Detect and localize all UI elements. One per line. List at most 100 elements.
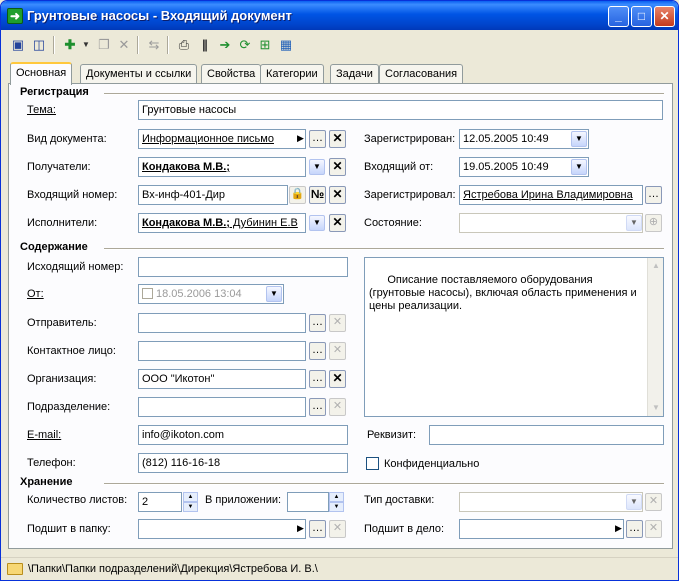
sheets-count-stepper[interactable]: ▲ ▼ [183, 492, 198, 512]
lock-icon[interactable]: 🔒 [289, 186, 306, 204]
stepper-up-icon[interactable]: ▲ [329, 492, 344, 502]
department-browse-button[interactable]: … [309, 398, 326, 416]
numbering-button[interactable]: № [309, 186, 326, 204]
refresh-icon[interactable]: ⟳ [236, 36, 254, 54]
delivery-type-chevron-icon[interactable]: ▼ [626, 494, 642, 510]
executors-bold-value: Кондакова М.В.; [142, 217, 230, 229]
recipients-field[interactable]: Кондакова М.В.; [138, 157, 306, 177]
close-button[interactable]: ✕ [654, 6, 675, 27]
tree-icon[interactable]: ⊞ [256, 36, 274, 54]
copy-icon[interactable]: ❐ [95, 36, 113, 54]
incoming-from-chevron-icon[interactable]: ▼ [571, 159, 587, 175]
save-all-icon[interactable]: ◫ [30, 36, 48, 54]
email-field[interactable]: info@ikoton.com [138, 425, 348, 445]
registered-date-field[interactable]: 12.05.2005 10:49 [459, 129, 589, 149]
tab-approvals[interactable]: Согласования [379, 64, 464, 84]
organization-browse-button[interactable]: … [309, 370, 326, 388]
window-title: Грунтовые насосы - Входящий документ [27, 8, 292, 23]
title-bar: ➜ Грунтовые насосы - Входящий документ _… [1, 1, 678, 30]
contact-browse-button[interactable]: … [309, 342, 326, 360]
delivery-type-clear-button[interactable]: ✕ [645, 493, 662, 511]
folder-clear-button[interactable]: ✕ [329, 520, 346, 538]
incoming-number-clear-button[interactable]: ✕ [329, 186, 346, 204]
doctype-browse-button[interactable]: … [309, 130, 326, 148]
folder-browse-button[interactable]: … [309, 520, 326, 538]
case-browse-button[interactable]: … [626, 520, 643, 538]
folder-field[interactable] [138, 519, 306, 539]
contact-clear-button[interactable]: ✕ [329, 342, 346, 360]
requisite-field[interactable] [429, 425, 664, 445]
case-select-arrow-icon[interactable]: ▶ [615, 519, 622, 537]
reply-icon[interactable]: ⇆ [145, 36, 163, 54]
grid-icon[interactable]: ▦ [277, 36, 295, 54]
registered-date-chevron-icon[interactable]: ▼ [571, 131, 587, 147]
registered-by-browse-button[interactable]: … [645, 186, 662, 204]
from-date-checkbox[interactable] [142, 288, 153, 299]
recipients-label: Получатели: [27, 161, 91, 173]
select-arrow-icon[interactable]: ▶ [297, 129, 304, 147]
recipients-clear-button[interactable]: ✕ [329, 158, 346, 176]
delivery-type-field[interactable] [459, 492, 643, 512]
tab-strip: Основная Документы и ссылки Свойства Кат… [8, 62, 673, 85]
description-text: Описание поставляемого оборудования (гру… [369, 274, 640, 312]
outgoing-number-field[interactable] [138, 257, 348, 277]
tab-properties[interactable]: Свойства [201, 64, 262, 84]
tab-documents-links[interactable]: Документы и ссылки [80, 64, 198, 84]
department-clear-button[interactable]: ✕ [329, 398, 346, 416]
send-icon[interactable]: ➔ [216, 36, 234, 54]
department-field[interactable] [138, 397, 306, 417]
sheets-count-field[interactable]: 2 [138, 492, 182, 512]
stepper-down-icon[interactable]: ▼ [329, 502, 344, 512]
print-icon[interactable]: ⎙ [175, 36, 193, 54]
stepper-down-icon[interactable]: ▼ [183, 502, 198, 512]
doctype-clear-button[interactable]: ✕ [329, 130, 346, 148]
registered-by-field[interactable]: Ястребова Ирина Владимировна [459, 185, 643, 205]
incoming-number-field[interactable]: Вх-инф-401-Дир [138, 185, 288, 205]
doctype-field[interactable]: Информационное письмо [138, 129, 306, 149]
state-action-button[interactable]: ⊕ [645, 214, 662, 232]
state-field[interactable] [459, 213, 643, 233]
organization-label: Организация: [27, 373, 97, 385]
organization-clear-button[interactable]: ✕ [329, 370, 346, 388]
from-date-chevron-icon[interactable]: ▼ [266, 286, 282, 302]
confidential-checkbox[interactable] [366, 457, 379, 470]
sender-clear-button[interactable]: ✕ [329, 314, 346, 332]
incoming-from-field[interactable]: 19.05.2005 10:49 [459, 157, 589, 177]
executors-clear-button[interactable]: ✕ [329, 214, 346, 232]
subject-field[interactable]: Грунтовые насосы [138, 100, 663, 120]
confidential-label: Конфиденциально [384, 458, 480, 470]
attachment-field[interactable] [287, 492, 329, 512]
scroll-down-icon[interactable]: ▼ [649, 401, 663, 415]
maximize-button[interactable]: □ [631, 6, 652, 27]
organization-field[interactable]: ООО "Икотон" [138, 369, 306, 389]
save-icon[interactable]: ▣ [9, 36, 27, 54]
case-clear-button[interactable]: ✕ [645, 520, 662, 538]
from-date-field[interactable]: 18.05.2006 13:04 [138, 284, 284, 304]
tab-categories[interactable]: Категории [260, 64, 324, 84]
tab-main[interactable]: Основная [10, 62, 73, 85]
executors-field[interactable]: Кондакова М.В.; Дубинин Е.В [138, 213, 306, 233]
registered-label: Зарегистрирован: [364, 133, 456, 145]
sender-browse-button[interactable]: … [309, 314, 326, 332]
description-textarea[interactable]: Описание поставляемого оборудования (гру… [364, 257, 664, 417]
tab-tasks[interactable]: Задачи [330, 64, 379, 84]
scroll-up-icon[interactable]: ▲ [649, 259, 663, 273]
delete-icon[interactable]: ✕ [115, 36, 133, 54]
registration-section-title: Регистрация [20, 86, 89, 98]
new-dropdown-chevron-icon[interactable]: ▼ [77, 36, 95, 54]
barcode-icon[interactable]: ||| [195, 36, 213, 54]
sender-field[interactable] [138, 313, 306, 333]
case-field[interactable] [459, 519, 624, 539]
minimize-button[interactable]: _ [608, 6, 629, 27]
contact-field[interactable] [138, 341, 306, 361]
recipients-value: Кондакова М.В.; [142, 161, 230, 173]
phone-field[interactable]: (812) 116-16-18 [138, 453, 348, 473]
stepper-up-icon[interactable]: ▲ [183, 492, 198, 502]
folder-select-arrow-icon[interactable]: ▶ [297, 519, 304, 537]
section-divider [104, 483, 664, 485]
attachment-stepper[interactable]: ▲ ▼ [329, 492, 344, 512]
description-scrollbar[interactable]: ▲ ▼ [647, 258, 663, 416]
executors-dropdown-chevron-icon[interactable]: ▼ [309, 215, 325, 231]
state-chevron-icon[interactable]: ▼ [626, 215, 642, 231]
recipients-dropdown-chevron-icon[interactable]: ▼ [309, 159, 325, 175]
